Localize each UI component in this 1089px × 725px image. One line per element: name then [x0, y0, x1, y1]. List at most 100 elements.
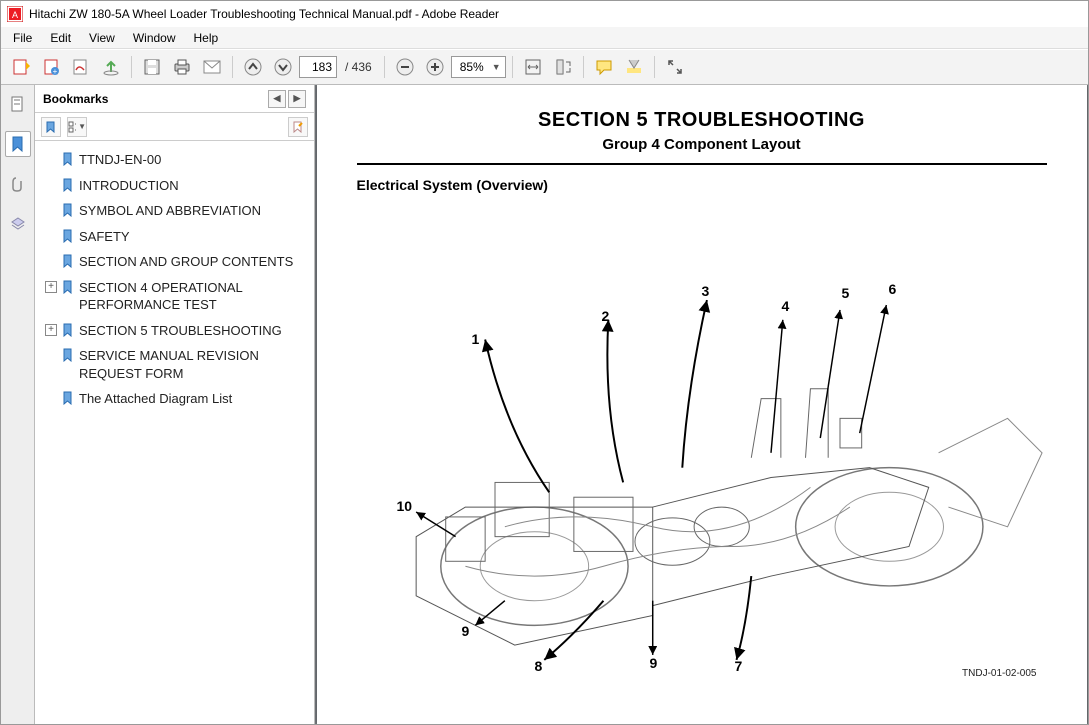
zoom-value: 85%	[460, 60, 484, 74]
menu-window[interactable]: Window	[125, 29, 184, 47]
attachments-panel-button[interactable]	[5, 171, 31, 197]
bookmarks-next-button[interactable]: ▶	[288, 90, 306, 108]
figure-reference: TNDJ-01-02-005	[962, 668, 1036, 679]
bookmarks-tree: TTNDJ-EN-00 INTRODUCTION SYMBOL AND ABBREV…	[35, 141, 314, 724]
callout-10: 10	[397, 498, 413, 514]
bookmark-label: SYMBOL AND ABBREVIATION	[79, 202, 261, 220]
window-title: Hitachi ZW 180-5A Wheel Loader Troublesh…	[29, 7, 499, 21]
bookmark-item[interactable]: SERVICE MANUAL REVISION REQUEST FORM	[39, 343, 310, 386]
bookmark-item[interactable]: INTRODUCTION	[39, 173, 310, 199]
callout-7: 7	[735, 658, 743, 674]
toolbar: + / 436 85% ▼	[1, 49, 1088, 85]
bookmarks-prev-button[interactable]: ◀	[268, 90, 286, 108]
bookmark-item[interactable]: + SECTION 5 TROUBLESHOOTING	[39, 318, 310, 344]
create-pdf-button[interactable]: +	[37, 53, 65, 81]
bookmark-item[interactable]: SAFETY	[39, 224, 310, 250]
menu-bar: File Edit View Window Help	[1, 27, 1088, 49]
share-button[interactable]	[97, 53, 125, 81]
bookmark-item[interactable]: SYMBOL AND ABBREVIATION	[39, 198, 310, 224]
pdf-page: SECTION 5 TROUBLESHOOTING Group 4 Compon…	[317, 85, 1087, 724]
page-number-input[interactable]	[299, 56, 337, 78]
new-bookmark-button[interactable]	[41, 117, 61, 137]
bookmarks-panel-button[interactable]	[5, 131, 31, 157]
document-viewport[interactable]: SECTION 5 TROUBLESHOOTING Group 4 Compon…	[315, 85, 1088, 724]
bookmark-item[interactable]: + SECTION 4 OPERATIONAL PERFORMANCE TEST	[39, 275, 310, 318]
toolbar-separator	[232, 56, 233, 78]
bookmark-icon	[61, 178, 75, 192]
bookmark-icon	[61, 229, 75, 243]
menu-file[interactable]: File	[5, 29, 40, 47]
bookmarks-toolbar: ▼	[35, 113, 314, 141]
read-mode-button[interactable]	[661, 53, 689, 81]
toolbar-separator	[583, 56, 584, 78]
callout-8: 8	[535, 658, 543, 674]
callout-3: 3	[702, 283, 710, 299]
menu-help[interactable]: Help	[186, 29, 227, 47]
bookmark-label: INTRODUCTION	[79, 177, 179, 195]
bookmark-icon	[61, 391, 75, 405]
group-title: Group 4 Component Layout	[357, 136, 1047, 153]
bookmark-icon	[61, 152, 75, 166]
main-area: Bookmarks ◀ ▶ ▼ TTNDJ-EN-00 INTRODUCTION S…	[1, 85, 1088, 724]
zoom-select[interactable]: 85% ▼	[451, 56, 506, 78]
menu-edit[interactable]: Edit	[42, 29, 79, 47]
bookmarks-options-button[interactable]: ▼	[67, 117, 87, 137]
bookmark-label: SAFETY	[79, 228, 130, 246]
callout-9b: 9	[462, 623, 470, 639]
zoom-out-button[interactable]	[391, 53, 419, 81]
heading-rule	[357, 163, 1047, 165]
bookmark-label: TTNDJ-EN-00	[79, 151, 161, 169]
toolbar-separator	[384, 56, 385, 78]
callout-4: 4	[782, 298, 790, 314]
page-up-button[interactable]	[239, 53, 267, 81]
expand-icon[interactable]: +	[45, 324, 57, 336]
toolbar-separator	[512, 56, 513, 78]
section-title: SECTION 5 TROUBLESHOOTING	[357, 109, 1047, 132]
callout-5: 5	[842, 285, 850, 301]
save-button[interactable]	[138, 53, 166, 81]
navigation-rail	[1, 85, 35, 724]
sign-button[interactable]	[67, 53, 95, 81]
callout-6: 6	[889, 281, 897, 297]
bookmark-icon	[61, 280, 75, 294]
bookmark-label: SECTION 4 OPERATIONAL PERFORMANCE TEST	[79, 279, 306, 314]
page-total-label: / 436	[339, 60, 378, 74]
page-down-button[interactable]	[269, 53, 297, 81]
fit-page-button[interactable]	[549, 53, 577, 81]
comment-button[interactable]	[590, 53, 618, 81]
fit-width-button[interactable]	[519, 53, 547, 81]
toolbar-separator	[654, 56, 655, 78]
svg-text:A: A	[12, 10, 18, 20]
bookmark-icon	[61, 348, 75, 362]
bookmarks-header: Bookmarks ◀ ▶	[35, 85, 314, 113]
bookmarks-panel: Bookmarks ◀ ▶ ▼ TTNDJ-EN-00 INTRODUCTION S…	[35, 85, 315, 724]
layers-panel-button[interactable]	[5, 211, 31, 237]
bookmark-icon	[61, 203, 75, 217]
bookmark-item[interactable]: TTNDJ-EN-00	[39, 147, 310, 173]
title-bar: A Hitachi ZW 180-5A Wheel Loader Trouble…	[1, 1, 1088, 27]
toolbar-separator	[131, 56, 132, 78]
bookmarks-title: Bookmarks	[43, 92, 108, 106]
diagram: 1 2 3 4 5 6 7 8 9 9 10 TNDJ-01-02-005	[357, 203, 1047, 683]
subheading: Electrical System (Overview)	[357, 177, 1047, 193]
callout-1: 1	[472, 331, 480, 347]
bookmark-label: The Attached Diagram List	[79, 390, 232, 408]
svg-text:+: +	[53, 67, 58, 76]
thumbnails-panel-button[interactable]	[5, 91, 31, 117]
callout-9a: 9	[650, 655, 658, 671]
bookmark-item[interactable]: SECTION AND GROUP CONTENTS	[39, 249, 310, 275]
adobe-reader-icon: A	[7, 6, 23, 22]
find-bookmark-button[interactable]	[288, 117, 308, 137]
expand-icon[interactable]: +	[45, 281, 57, 293]
email-button[interactable]	[198, 53, 226, 81]
callout-2: 2	[602, 308, 610, 324]
export-pdf-button[interactable]	[7, 53, 35, 81]
bookmark-icon	[61, 323, 75, 337]
highlight-button[interactable]	[620, 53, 648, 81]
bookmark-item[interactable]: The Attached Diagram List	[39, 386, 310, 412]
menu-view[interactable]: View	[81, 29, 123, 47]
zoom-in-button[interactable]	[421, 53, 449, 81]
bookmark-label: SECTION 5 TROUBLESHOOTING	[79, 322, 282, 340]
print-button[interactable]	[168, 53, 196, 81]
chevron-down-icon: ▼	[490, 62, 503, 72]
